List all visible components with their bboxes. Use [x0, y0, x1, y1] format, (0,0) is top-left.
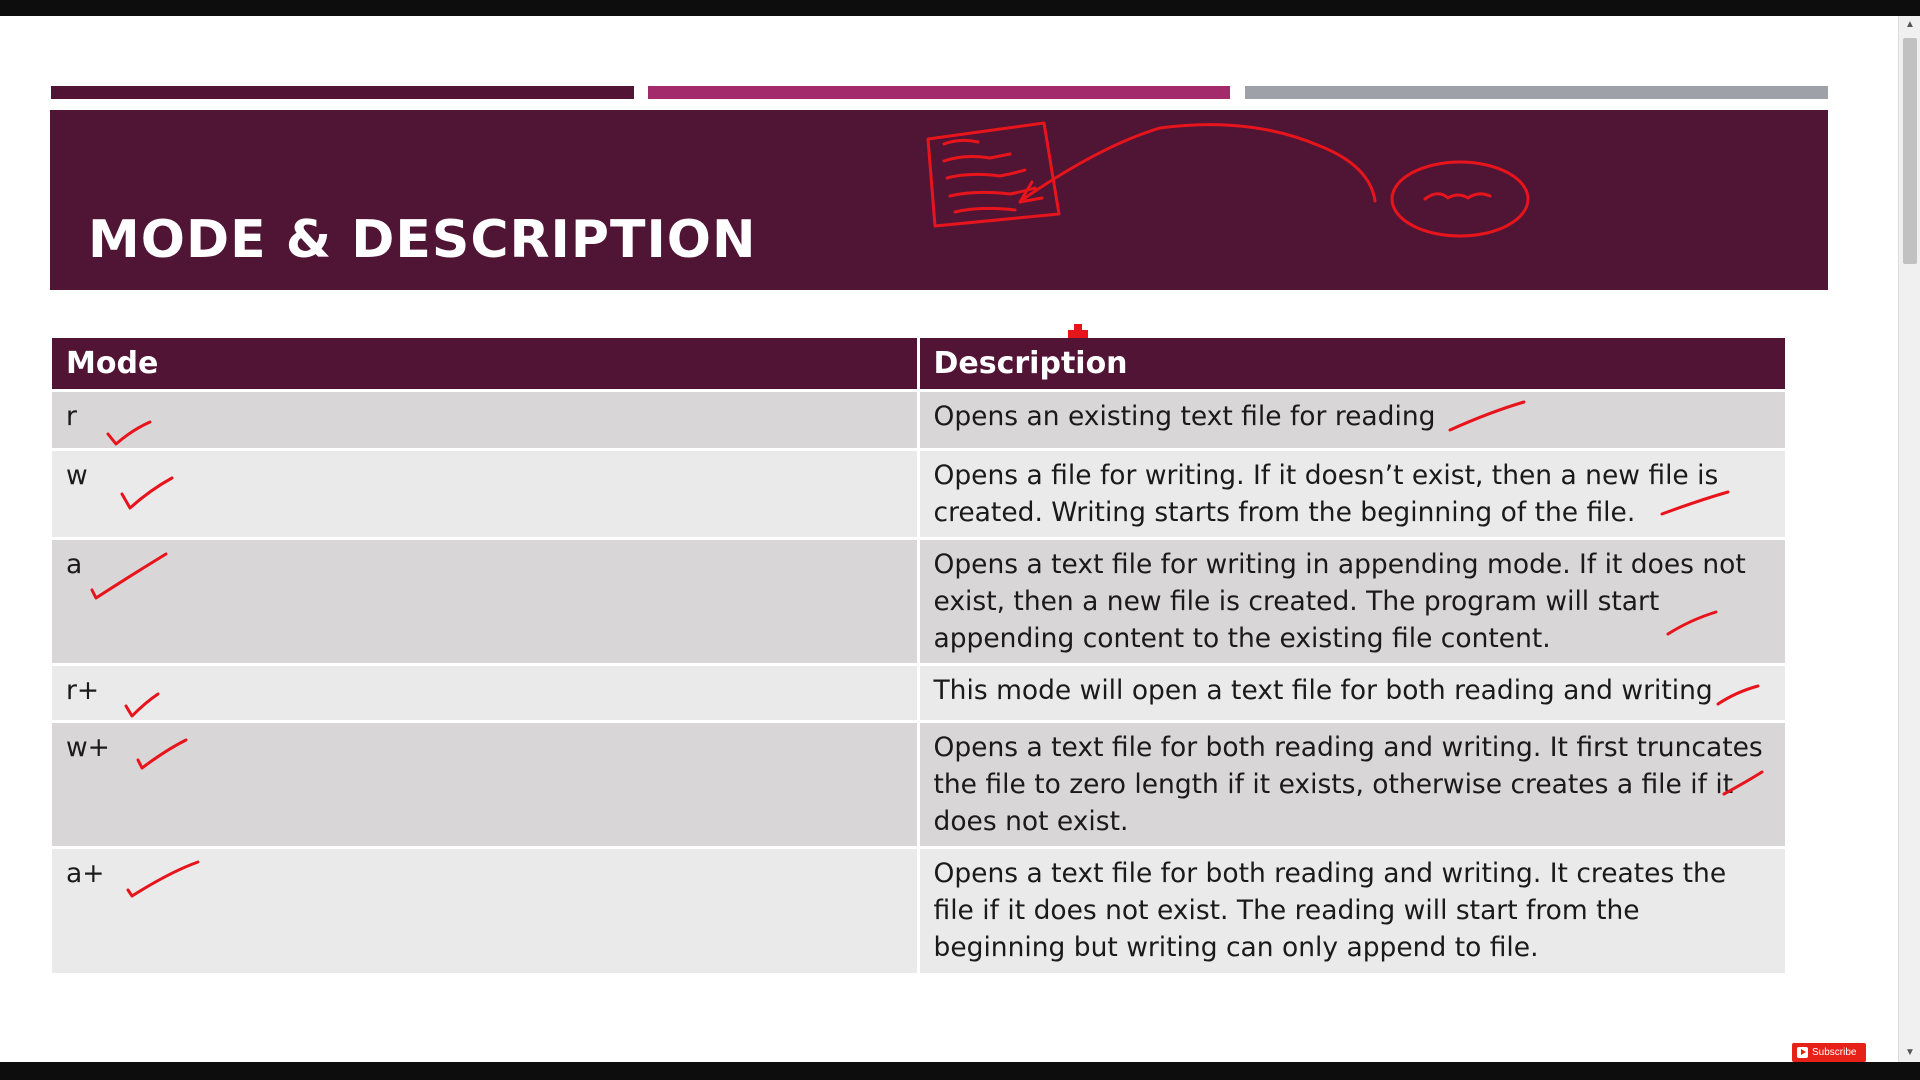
accent-bar-gray: [1245, 86, 1828, 99]
scroll-down-arrow-icon[interactable]: ▼: [1899, 1044, 1920, 1062]
description-cell: Opens a text file for writing in appendi…: [918, 536, 1785, 664]
description-cell: Opens a file for writing. If it doesn’t …: [918, 447, 1785, 538]
top-letterbox-bar: [0, 0, 1920, 16]
mode-description-table: Mode Description r Opens an existing tex…: [52, 338, 1785, 973]
accent-bar-magenta: [648, 86, 1230, 99]
description-text: Opens an existing text file for reading: [933, 400, 1436, 432]
vertical-scrollbar[interactable]: ▲ ▼: [1898, 16, 1920, 1062]
table-row: w Opens a file for writing. If it doesn’…: [52, 447, 1785, 538]
scrollbar-thumb[interactable]: [1903, 38, 1917, 264]
table-row: r+ This mode will open a text file for b…: [52, 662, 1785, 721]
description-cell: Opens a text file for both reading and w…: [918, 845, 1785, 973]
slide-title: MODE & DESCRIPTION: [88, 210, 757, 270]
mode-text: a+: [66, 857, 105, 889]
description-cell: This mode will open a text file for both…: [918, 662, 1785, 721]
table-header-row: Mode Description: [52, 338, 1785, 390]
header-description: Description: [918, 338, 1785, 390]
table-row: a+ Opens a text file for both reading an…: [52, 845, 1785, 973]
description-cell: Opens a text file for both reading and w…: [918, 719, 1785, 847]
mode-text: a: [66, 548, 83, 580]
subscribe-label: Subscribe: [1812, 1047, 1857, 1058]
header-mode: Mode: [52, 338, 920, 390]
description-text: Opens a text file for both reading and w…: [933, 857, 1727, 963]
mode-cell: w+: [52, 719, 920, 847]
mode-text: w: [66, 459, 88, 491]
mode-description-table-wrapper: Mode Description r Opens an existing tex…: [52, 338, 1785, 973]
bottom-letterbox-bar: [0, 1062, 1920, 1080]
description-cell: Opens an existing text file for reading: [918, 388, 1785, 449]
description-text: This mode will open a text file for both…: [933, 674, 1713, 706]
mode-text: r+: [66, 674, 100, 706]
title-band: MODE & DESCRIPTION: [50, 110, 1828, 290]
table-row: r Opens an existing text file for readin…: [52, 388, 1785, 449]
mode-text: r: [66, 400, 77, 432]
scroll-up-arrow-icon[interactable]: ▲: [1899, 16, 1920, 34]
mode-cell: r: [52, 388, 920, 449]
presentation-slide: MODE & DESCRIPTION Mode Description r Op…: [0, 16, 1898, 1062]
mode-cell: w: [52, 447, 920, 538]
table-row: a Opens a text file for writing in appen…: [52, 536, 1785, 664]
mode-cell: a+: [52, 845, 920, 973]
description-text: Opens a text file for writing in appendi…: [933, 548, 1746, 654]
accent-bar-dark: [51, 86, 634, 99]
youtube-play-icon: [1797, 1047, 1808, 1058]
mode-cell: a: [52, 536, 920, 664]
description-text: Opens a text file for both reading and w…: [933, 731, 1763, 837]
description-text: Opens a file for writing. If it doesn’t …: [933, 459, 1719, 528]
mode-cell: r+: [52, 662, 920, 721]
table-row: w+ Opens a text file for both reading an…: [52, 719, 1785, 847]
subscribe-button[interactable]: Subscribe: [1792, 1043, 1866, 1062]
mode-text: w+: [66, 731, 110, 763]
